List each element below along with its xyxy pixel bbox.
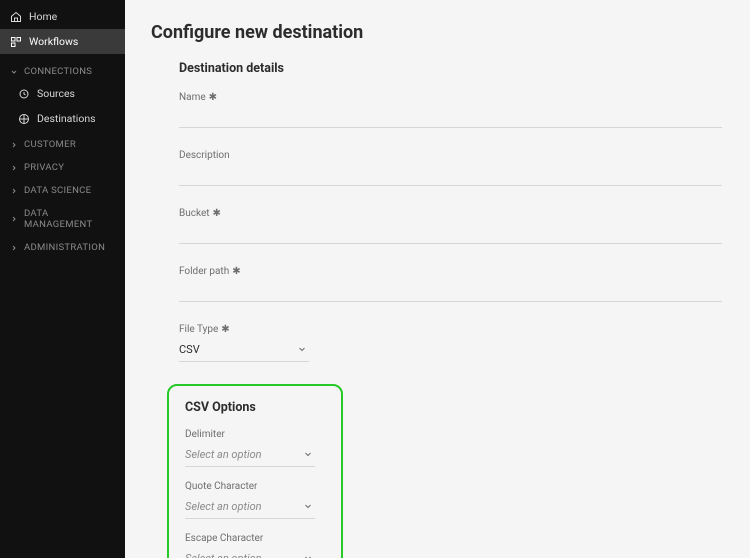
field-folder-path: Folder path✱ (179, 266, 722, 302)
destinations-icon (18, 113, 30, 125)
escape-character-label: Escape Character (185, 533, 325, 544)
escape-character-select[interactable]: Select an option (185, 548, 315, 558)
description-input[interactable] (179, 165, 722, 186)
section-data-management[interactable]: DATA MANAGEMENT (0, 200, 125, 234)
section-customer-label: CUSTOMER (24, 139, 76, 150)
field-delimiter: Delimiter Select an option (185, 429, 325, 467)
required-icon: ✱ (209, 92, 217, 103)
csv-options-heading: CSV Options (185, 400, 325, 415)
section-connections[interactable]: CONNECTIONS (0, 54, 125, 81)
section-privacy-label: PRIVACY (24, 162, 64, 173)
chevron-right-icon (10, 164, 18, 172)
nav-sources[interactable]: Sources (0, 81, 125, 106)
file-type-select[interactable]: CSV (179, 339, 309, 362)
section-customer[interactable]: CUSTOMER (0, 131, 125, 154)
field-quote-character: Quote Character Select an option (185, 481, 325, 519)
section-privacy[interactable]: PRIVACY (0, 154, 125, 177)
details-heading: Destination details (179, 61, 722, 76)
sidebar: Home Workflows CONNECTIONS Sources Desti… (0, 0, 125, 558)
field-name: Name✱ (179, 92, 722, 128)
nav-sources-label: Sources (37, 87, 75, 100)
nav-destinations[interactable]: Destinations (0, 106, 125, 131)
required-icon: ✱ (232, 266, 240, 277)
nav-destinations-label: Destinations (37, 112, 96, 125)
field-description: Description (179, 150, 722, 186)
workflows-icon (10, 36, 22, 48)
sources-icon (18, 88, 30, 100)
chevron-right-icon (10, 215, 18, 223)
main-content: Configure new destination Destination de… (125, 0, 750, 558)
chevron-right-icon (10, 244, 18, 252)
field-file-type: File Type✱ CSV (179, 324, 722, 362)
name-label: Name✱ (179, 92, 722, 103)
section-administration[interactable]: ADMINISTRATION (0, 234, 125, 257)
description-label: Description (179, 150, 722, 161)
chevron-right-icon (10, 141, 18, 149)
field-escape-character: Escape Character Select an option (185, 533, 325, 558)
quote-character-label: Quote Character (185, 481, 325, 492)
section-administration-label: ADMINISTRATION (24, 242, 105, 253)
csv-options-box: CSV Options Delimiter Select an option Q… (167, 384, 343, 558)
nav-workflows-label: Workflows (29, 35, 78, 48)
field-bucket: Bucket✱ (179, 208, 722, 244)
chevron-down-icon (10, 68, 18, 76)
delimiter-label: Delimiter (185, 429, 325, 440)
destination-details-panel: Destination details Name✱ Description Bu… (151, 61, 722, 558)
chevron-right-icon (10, 187, 18, 195)
nav-home-label: Home (29, 10, 57, 23)
file-type-label: File Type✱ (179, 324, 722, 335)
section-data-science-label: DATA SCIENCE (24, 185, 91, 196)
section-data-management-label: DATA MANAGEMENT (24, 208, 115, 230)
nav-workflows[interactable]: Workflows (0, 29, 125, 54)
bucket-label: Bucket✱ (179, 208, 722, 219)
required-icon: ✱ (221, 324, 229, 335)
page-title: Configure new destination (151, 22, 722, 43)
nav-home[interactable]: Home (0, 4, 125, 29)
section-connections-label: CONNECTIONS (24, 66, 92, 77)
quote-character-select[interactable]: Select an option (185, 496, 315, 519)
required-icon: ✱ (213, 208, 221, 219)
delimiter-select[interactable]: Select an option (185, 444, 315, 467)
bucket-input[interactable] (179, 223, 722, 244)
folder-path-input[interactable] (179, 281, 722, 302)
name-input[interactable] (179, 107, 722, 128)
home-icon (10, 11, 22, 23)
section-data-science[interactable]: DATA SCIENCE (0, 177, 125, 200)
folder-path-label: Folder path✱ (179, 266, 722, 277)
